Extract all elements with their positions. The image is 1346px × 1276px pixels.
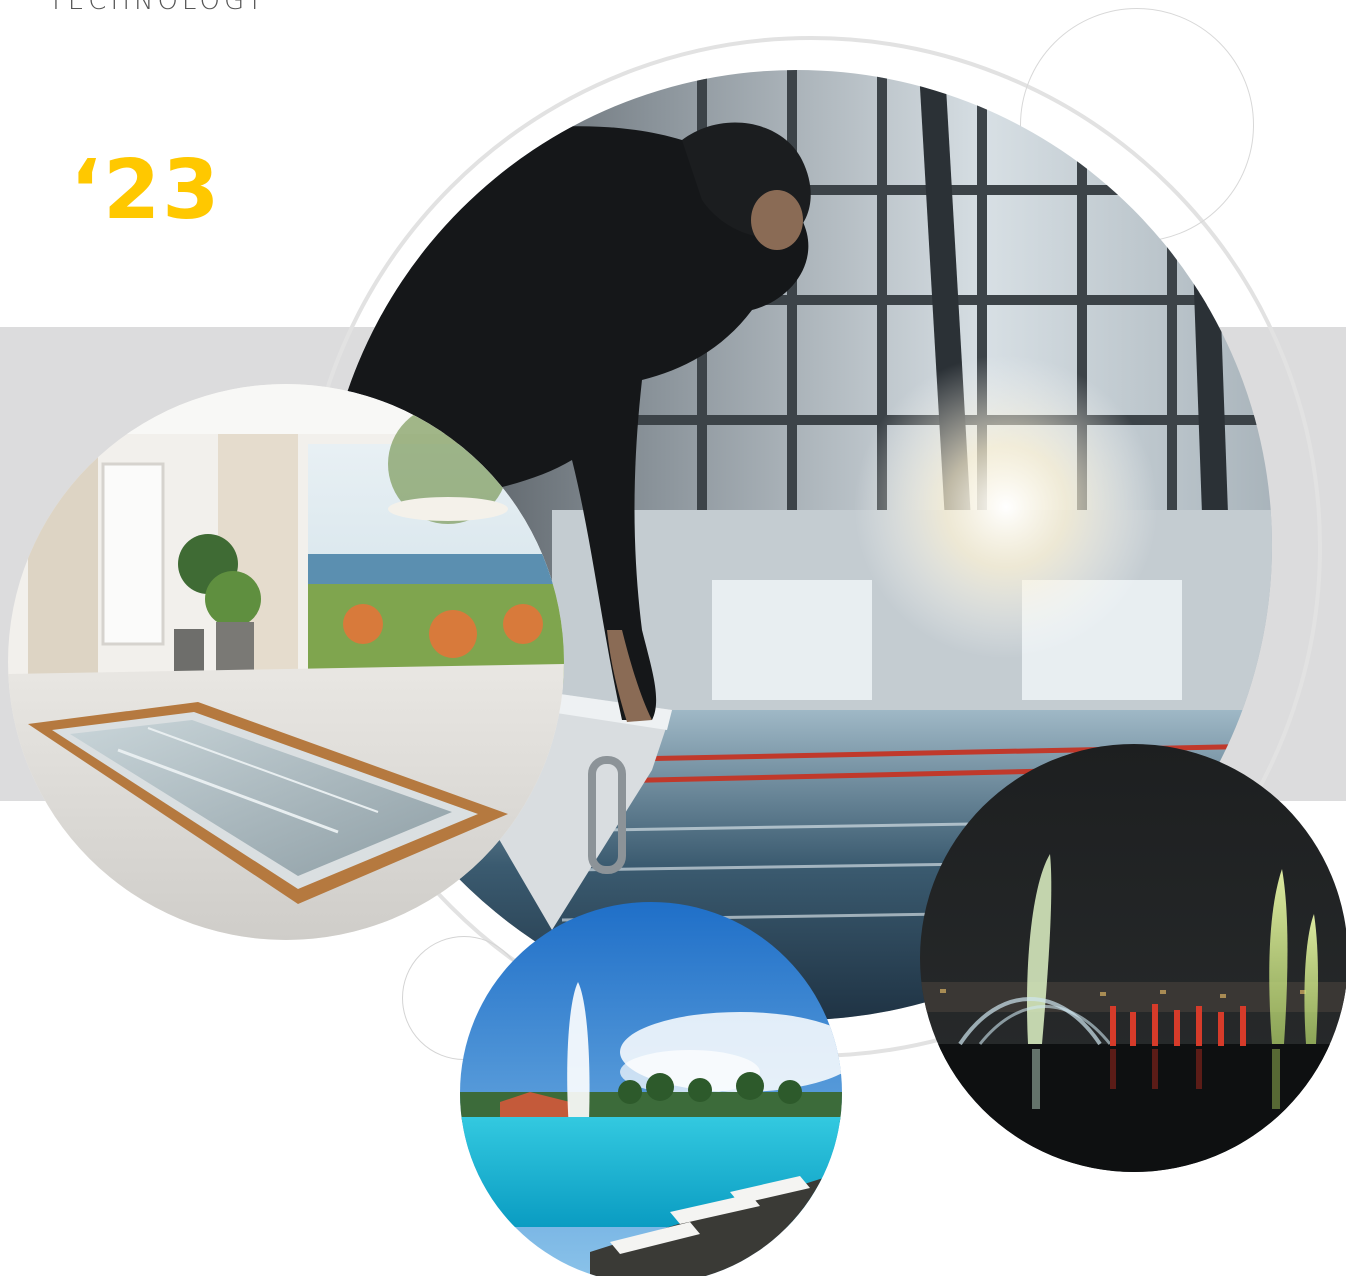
year-label: ‘23	[70, 143, 222, 238]
brochure-page: TECHNOLOGY ‘23	[0, 0, 1346, 1276]
night-lake-fountain-show-photo	[920, 744, 1346, 1172]
indoor-stainless-pool-photo	[8, 384, 564, 940]
resort-pool-fountain-photo	[460, 902, 842, 1276]
brand-word: TECHNOLOGY	[48, 0, 267, 16]
